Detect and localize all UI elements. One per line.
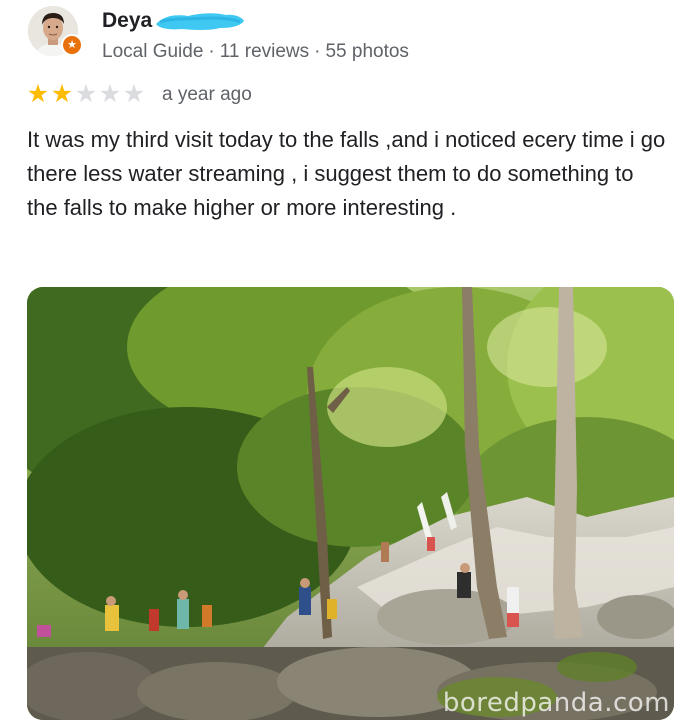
meta-separator: · (208, 41, 215, 62)
name-redaction-scribble (156, 13, 245, 30)
rating-row: ★ ★ ★ ★ ★ a year ago (26, 82, 252, 107)
photo-count: 55 photos (325, 41, 409, 62)
local-guide-star-icon: ★ (61, 34, 83, 56)
review-time: a year ago (162, 83, 252, 105)
review-count: 11 reviews (219, 41, 310, 62)
star-empty-icon: ★ (122, 80, 146, 108)
author-avatar-wrap[interactable]: ★ (28, 6, 83, 56)
review-card: ★ Deya Local Guide · 11 reviews · 55 pho… (0, 0, 700, 725)
review-photo[interactable]: boredpanda.com (27, 287, 674, 720)
local-guide-label: Local Guide (102, 41, 204, 62)
author-meta-line: Local Guide · 11 reviews · 55 photos (102, 41, 409, 63)
author-name[interactable]: Deya (102, 9, 152, 33)
author-name-row[interactable]: Deya (102, 8, 246, 34)
star-filled-icon: ★ (26, 80, 50, 108)
meta-separator: · (314, 41, 321, 62)
watermark: boredpanda.com (442, 688, 670, 718)
star-empty-icon: ★ (74, 80, 98, 108)
star-filled-icon: ★ (50, 80, 74, 108)
review-text: It was my third visit today to the falls… (27, 127, 666, 220)
star-empty-icon: ★ (98, 80, 122, 108)
waterfall-scene-image (27, 287, 674, 720)
star-rating: ★ ★ ★ ★ ★ (26, 82, 146, 107)
